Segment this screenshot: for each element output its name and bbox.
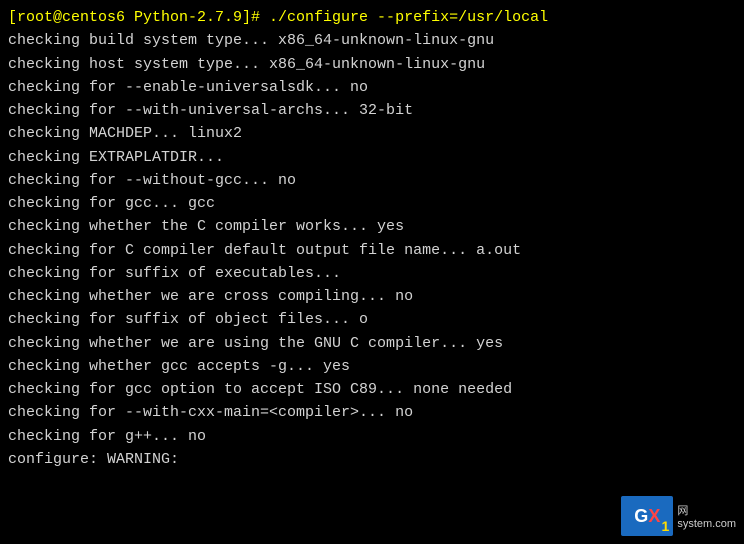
terminal-line-line1: [root@centos6 Python-2.7.9]# ./configure… bbox=[8, 6, 736, 29]
terminal-line-line16: checking whether gcc accepts -g... yes bbox=[8, 355, 736, 378]
watermark-site-bottom: system.com bbox=[677, 518, 736, 530]
terminal-line-line3: checking host system type... x86_64-unkn… bbox=[8, 53, 736, 76]
terminal-output: [root@centos6 Python-2.7.9]# ./configure… bbox=[8, 6, 736, 471]
terminal-line-line17: checking for gcc option to accept ISO C8… bbox=[8, 378, 736, 401]
terminal-line-line18: checking for --with-cxx-main=<compiler>.… bbox=[8, 401, 736, 424]
watermark: G X 1 网 system.com bbox=[621, 496, 736, 536]
terminal-line-line6: checking MACHDEP... linux2 bbox=[8, 122, 736, 145]
terminal-line-line2: checking build system type... x86_64-unk… bbox=[8, 29, 736, 52]
watermark-logo: G X 1 bbox=[621, 496, 673, 536]
terminal-line-line5: checking for --with-universal-archs... 3… bbox=[8, 99, 736, 122]
logo-1: 1 bbox=[662, 518, 670, 534]
terminal-line-line20: configure: WARNING: bbox=[8, 448, 736, 471]
logo-x: X bbox=[648, 506, 660, 527]
terminal-line-line15: checking whether we are using the GNU C … bbox=[8, 332, 736, 355]
terminal-line-line7: checking EXTRAPLATDIR... bbox=[8, 146, 736, 169]
terminal-line-line13: checking whether we are cross compiling.… bbox=[8, 285, 736, 308]
terminal-line-line12: checking for suffix of executables... bbox=[8, 262, 736, 285]
terminal-line-line11: checking for C compiler default output f… bbox=[8, 239, 736, 262]
terminal-line-line19: checking for g++... no bbox=[8, 425, 736, 448]
logo-g: G bbox=[634, 506, 648, 527]
terminal-line-line4: checking for --enable-universalsdk... no bbox=[8, 76, 736, 99]
terminal-line-line9: checking for gcc... gcc bbox=[8, 192, 736, 215]
watermark-site: 网 system.com bbox=[677, 502, 736, 530]
terminal-line-line8: checking for --without-gcc... no bbox=[8, 169, 736, 192]
watermark-site-top: 网 bbox=[677, 502, 688, 518]
terminal-line-line10: checking whether the C compiler works...… bbox=[8, 215, 736, 238]
terminal-line-line14: checking for suffix of object files... o bbox=[8, 308, 736, 331]
terminal-window: [root@centos6 Python-2.7.9]# ./configure… bbox=[0, 0, 744, 544]
